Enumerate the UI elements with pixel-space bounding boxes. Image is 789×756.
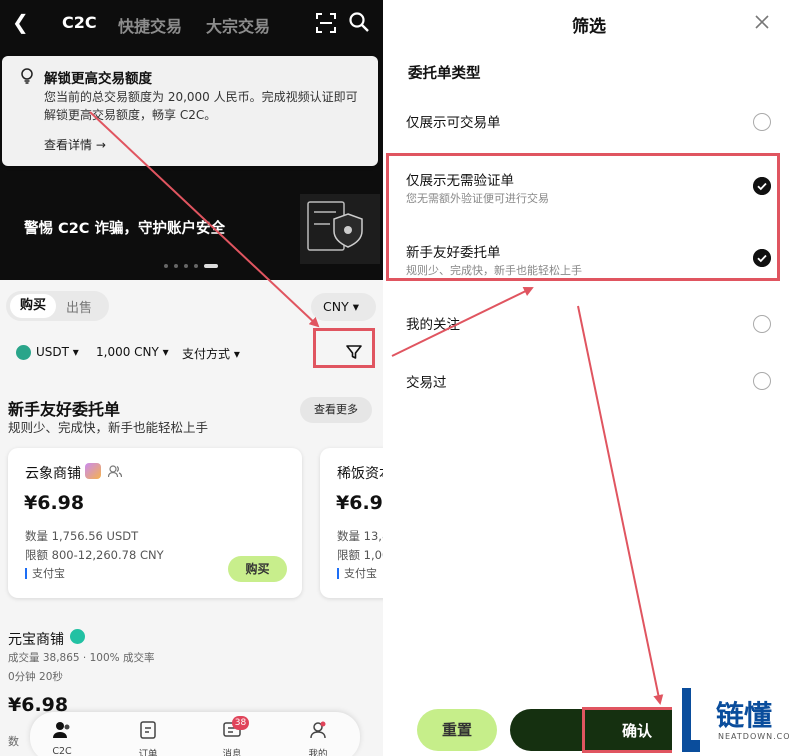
usdt-icon	[16, 345, 31, 360]
carousel-dot[interactable]	[174, 264, 178, 268]
filter-sheet: 筛选 委托单类型 仅展示可交易单 仅展示无需验证单 您无需额外验证便可进行交易 …	[386, 0, 789, 756]
nav-label: 订单	[138, 749, 158, 756]
offer-quantity: 数量 1,756.56 USDT	[25, 529, 139, 543]
view-more-button[interactable]: 查看更多	[300, 397, 372, 423]
tab-block-trade[interactable]: 大宗交易	[206, 13, 270, 37]
shield-illustration-icon	[300, 194, 380, 264]
nav-label: 消息	[222, 749, 242, 756]
option-tradable-only[interactable]: 仅展示可交易单	[406, 111, 501, 131]
asset-filter[interactable]: USDT ▾	[36, 345, 79, 359]
verified-badge-icon	[70, 629, 85, 644]
carousel-dot[interactable]	[194, 264, 198, 268]
order-type-heading: 委托单类型	[408, 66, 481, 82]
back-icon[interactable]: ❮	[12, 10, 29, 34]
highlight-box-options	[386, 153, 780, 281]
bottom-nav: C2C 订单 消息 我的	[30, 712, 360, 756]
profile-icon	[310, 721, 326, 739]
carousel-dot[interactable]	[164, 264, 168, 268]
offer-limit: 限额 800-12,260.78 CNY	[25, 548, 164, 562]
watermark-text: 链懂	[716, 699, 773, 732]
offer-price: ¥6.98	[24, 492, 85, 514]
merchant-response-time: 0分钟 20秒	[8, 671, 63, 683]
carousel-dot[interactable]	[184, 264, 188, 268]
payment-filter[interactable]: 支付方式 ▾	[182, 345, 240, 362]
offer-quantity-truncated: 数	[8, 735, 19, 748]
offer-quantity: 数量 13,8	[337, 529, 383, 543]
offer-limit: 限额 1,00	[337, 548, 383, 562]
search-icon[interactable]	[348, 11, 370, 33]
fraud-warning-banner[interactable]: 警惕 C2C 诈骗，守护账户安全	[24, 217, 225, 238]
offer-card[interactable]: 云象商铺 ¥6.98 数量 1,756.56 USDT 限额 800-12,26…	[8, 448, 302, 598]
limit-notice-card: 解锁更高交易额度 您当前的总交易额度为 20,000 人民币。完成视频认证即可解…	[2, 56, 378, 166]
amount-filter[interactable]: 1,000 CNY ▾	[96, 345, 169, 359]
offer-price: ¥6.98	[336, 492, 383, 514]
people-icon	[53, 722, 70, 738]
top-nav: ❮ C2C 快捷交易 大宗交易	[0, 0, 383, 46]
watermark-logo: 链懂 NEATDOWN.COM	[672, 684, 789, 756]
notice-body: 您当前的总交易额度为 20,000 人民币。完成视频认证即可解锁更高交易额度，畅…	[44, 90, 358, 122]
merchant-name: 云象商铺	[25, 466, 81, 482]
option-traded-before[interactable]: 交易过	[406, 371, 447, 391]
logo-l-icon	[682, 688, 700, 752]
sell-tab[interactable]: 出售	[66, 297, 92, 316]
carousel-dot-active[interactable]	[204, 264, 218, 268]
buy-button[interactable]: 购买	[228, 556, 287, 582]
close-icon[interactable]	[754, 14, 770, 30]
radio-tradable-only[interactable]	[753, 113, 771, 131]
tab-c2c[interactable]: C2C	[62, 13, 97, 32]
radio-following[interactable]	[753, 315, 771, 333]
nav-label: C2C	[52, 746, 72, 756]
section-subtitle: 规则少、完成快，新手也能轻松上手	[8, 420, 209, 435]
offer-card[interactable]: 稀饭资本 ¥6.98 数量 13,8 限额 1,00 支付宝	[320, 448, 383, 598]
lightbulb-icon	[21, 68, 33, 84]
payment-method: 支付宝	[25, 568, 65, 579]
highlight-box-filter	[313, 328, 375, 368]
merchant-volume: 成交量 38,865 · 100% 成交率	[8, 652, 155, 664]
merchant-badge-icon	[85, 463, 101, 479]
user-icon	[108, 465, 122, 478]
nav-label: 我的	[308, 749, 328, 756]
watermark-domain: NEATDOWN.COM	[718, 732, 789, 741]
sheet-title: 筛选	[572, 17, 606, 37]
orders-icon	[140, 721, 156, 739]
merchant-name: 稀饭资本	[337, 466, 383, 482]
scan-icon[interactable]	[315, 12, 337, 34]
option-following[interactable]: 我的关注	[406, 313, 460, 333]
reset-button[interactable]: 重置	[417, 709, 497, 751]
currency-selector[interactable]: CNY ▾	[311, 293, 376, 321]
merchant-name[interactable]: 元宝商铺	[8, 629, 64, 649]
radio-traded-before[interactable]	[753, 372, 771, 390]
nav-orders[interactable]: 订单	[128, 720, 168, 756]
view-details-link[interactable]: 查看详情 →	[44, 136, 106, 153]
carousel-dots	[164, 262, 218, 270]
notice-title: 解锁更高交易额度	[44, 71, 152, 87]
buy-tab[interactable]: 购买	[10, 294, 56, 318]
message-count-badge: 38	[232, 716, 249, 730]
nav-profile[interactable]: 我的	[298, 720, 338, 756]
nav-c2c[interactable]: C2C	[42, 720, 82, 756]
tab-quick-trade[interactable]: 快捷交易	[118, 13, 182, 37]
payment-method: 支付宝	[337, 568, 377, 579]
c2c-screen: ❮ C2C 快捷交易 大宗交易 解锁更高交易额度 您当前的总交易额度为 20,0…	[0, 0, 383, 756]
